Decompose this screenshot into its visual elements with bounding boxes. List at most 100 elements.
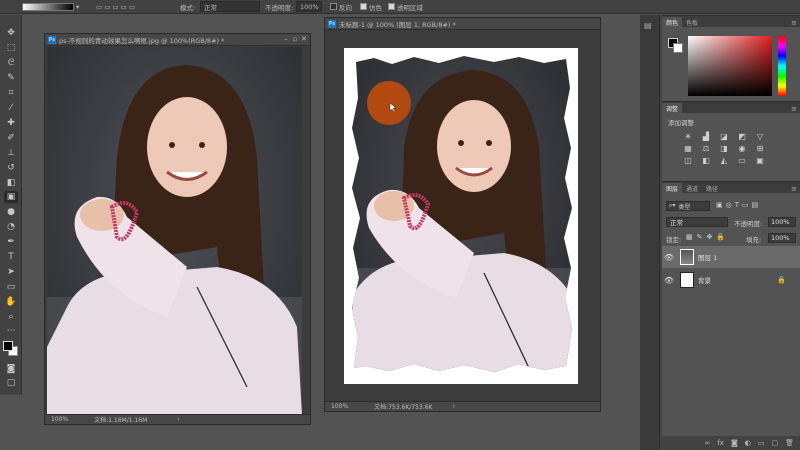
document-size-info[interactable]: 文档:753.6K/753.6K [374, 402, 432, 411]
layer-name[interactable]: 图层 1 [698, 252, 717, 262]
minimize-icon[interactable]: – [282, 35, 290, 44]
screen-mode-icon[interactable]: ▢ [4, 377, 18, 389]
fill-input[interactable]: 100% [768, 233, 796, 243]
new-layer-icon[interactable]: ▢ [771, 439, 778, 447]
panel-menu-icon[interactable]: ≡ [791, 185, 800, 193]
shape-tool-icon[interactable]: ▭ [4, 281, 18, 293]
eyedropper-tool-icon[interactable]: ⁄ [4, 102, 18, 114]
zoom-tool-icon[interactable]: ⌕ [4, 311, 18, 323]
document-title-bar[interactable]: Ps 未标题-1 @ 100% (图层 1, RGB/8#) * [325, 18, 600, 30]
dither-checkbox[interactable]: 仿色 [360, 1, 382, 12]
clone-stamp-tool-icon[interactable]: ⊥ [4, 147, 18, 159]
color-balance-icon[interactable]: ⚖ [700, 144, 712, 153]
mode-label: 模式: [180, 3, 196, 12]
layer-name[interactable]: 背景 [698, 275, 711, 285]
exposure-icon[interactable]: ◩ [736, 132, 748, 141]
link-layers-icon[interactable]: ∞ [705, 439, 711, 447]
document-window-right[interactable]: Ps 未标题-1 @ 100% (图层 1, RGB/8#) * 100% 文档… [324, 17, 601, 412]
tab-layers[interactable]: 图层 [662, 183, 683, 193]
channel-mixer-icon[interactable]: ⊞ [754, 144, 766, 153]
pen-tool-icon[interactable]: ✒ [4, 236, 18, 248]
blur-tool-icon[interactable]: ● [4, 206, 18, 218]
color-panel-bg-swatch[interactable] [673, 43, 683, 53]
healing-brush-tool-icon[interactable]: ✚ [4, 117, 18, 129]
document-window-left[interactable]: Ps ps-不规则的青动效果怎么啊框.jpg @ 100%(RGB/8#) * … [44, 33, 311, 425]
collapsed-panel-icon[interactable]: ▤ [644, 21, 652, 30]
hand-tool-icon[interactable]: ✋ [4, 296, 18, 308]
quick-mask-icon[interactable]: ◙ [4, 363, 18, 375]
close-icon[interactable]: ✕ [300, 35, 308, 44]
document-canvas-left[interactable] [47, 47, 302, 415]
zoom-level[interactable]: 100% [331, 403, 348, 410]
brightness-icon[interactable]: ☀ [682, 132, 694, 141]
panel-menu-icon[interactable]: ≡ [791, 105, 800, 113]
curves-icon[interactable]: ◪ [718, 132, 730, 141]
panel-menu-icon[interactable]: ≡ [791, 19, 800, 27]
layer-row-background[interactable]: 👁 背景 🔒 [662, 269, 800, 291]
gradient-tool-icon[interactable]: ▣ [4, 191, 18, 203]
crop-tool-icon[interactable]: ⌗ [4, 87, 18, 99]
zoom-level[interactable]: 100% [51, 416, 68, 423]
tab-adjustments[interactable]: 调整 [662, 103, 683, 113]
history-brush-tool-icon[interactable]: ↺ [4, 162, 18, 174]
type-tool-icon[interactable]: T [4, 251, 18, 263]
hue-saturation-icon[interactable]: ▦ [682, 144, 694, 153]
dodge-tool-icon[interactable]: ◔ [4, 221, 18, 233]
lock-icons[interactable]: ▦✎✥🔒 [686, 233, 729, 241]
move-tool-icon[interactable]: ✥ [4, 27, 18, 39]
document-canvas-right[interactable] [344, 48, 578, 384]
framed-portrait-photo [352, 56, 572, 372]
document-title-bar[interactable]: Ps ps-不规则的青动效果怎么啊框.jpg @ 100%(RGB/8#) * [45, 34, 310, 46]
transparency-checkbox[interactable]: 透明区域 [388, 1, 423, 12]
threshold-icon[interactable]: ◭ [718, 156, 730, 165]
status-bar: 100% 文档:753.6K/753.6K › [325, 401, 600, 411]
lasso-tool-icon[interactable]: ᘓ [4, 57, 18, 69]
invert-icon[interactable]: ◫ [682, 156, 694, 165]
layer-style-icon[interactable]: fx [717, 439, 724, 447]
mode-select[interactable]: 正常 [200, 1, 260, 12]
visibility-eye-icon[interactable]: 👁 [662, 276, 676, 285]
document-size-info[interactable]: 文档:1.16M/1.16M [94, 415, 147, 424]
levels-icon[interactable]: ▟ [700, 132, 712, 141]
filter-icons[interactable]: ▣◎T▭▤ [716, 201, 761, 209]
posterize-icon[interactable]: ◧ [700, 156, 712, 165]
add-mask-icon[interactable]: ◙ [731, 439, 738, 447]
foreground-color-swatch[interactable] [3, 341, 13, 351]
reverse-checkbox[interactable]: 反向 [330, 1, 352, 12]
black-white-icon[interactable]: ◨ [718, 144, 730, 153]
gradient-dropdown-icon[interactable]: ▾ [76, 1, 79, 12]
delete-layer-icon[interactable]: 🗑 [785, 439, 794, 447]
transparency-label: 透明区域 [397, 3, 423, 12]
vibrance-icon[interactable]: ▽ [754, 132, 766, 141]
selective-color-icon[interactable]: ▣ [754, 156, 766, 165]
marquee-tool-icon[interactable]: ⬚ [4, 42, 18, 54]
hue-slider[interactable] [778, 36, 786, 96]
tab-color[interactable]: 颜色 [662, 17, 683, 27]
more-tools-icon[interactable]: ··· [4, 325, 18, 337]
status-arrow-icon[interactable]: › [452, 403, 454, 410]
adjustment-layer-icon[interactable]: ◐ [745, 439, 751, 447]
visibility-eye-icon[interactable]: 👁 [662, 253, 676, 262]
gradient-map-icon[interactable]: ▭ [736, 156, 748, 165]
photo-filter-icon[interactable]: ◉ [736, 144, 748, 153]
tab-paths[interactable]: 路径 [702, 183, 722, 193]
gradient-preview[interactable] [22, 3, 74, 11]
brush-cursor-dot [367, 81, 411, 125]
ps-file-icon: Ps [328, 19, 336, 28]
brush-tool-icon[interactable]: ✐ [4, 132, 18, 144]
status-arrow-icon[interactable]: › [177, 416, 179, 423]
tab-channels[interactable]: 通道 [682, 183, 702, 193]
gradient-type-icons[interactable]: ▭ ▭ ▭ ▭ ▭ [96, 1, 135, 12]
blend-mode-select[interactable]: 正常 [666, 217, 728, 227]
maximize-icon[interactable]: ▫ [291, 35, 299, 44]
eraser-tool-icon[interactable]: ◧ [4, 177, 18, 189]
opacity-input[interactable]: 100% [296, 1, 322, 12]
tab-swatches[interactable]: 色板 [682, 17, 702, 27]
new-group-icon[interactable]: ▭ [758, 439, 765, 447]
filter-kind-select[interactable]: ⌕▾ 类型 [666, 201, 710, 211]
path-select-tool-icon[interactable]: ➤ [4, 266, 18, 278]
layer-row-layer1[interactable]: 👁 图层 1 [662, 246, 800, 268]
quick-select-tool-icon[interactable]: ✎ [4, 72, 18, 84]
layer-opacity-input[interactable]: 100% [768, 217, 796, 227]
color-field[interactable] [688, 36, 772, 96]
